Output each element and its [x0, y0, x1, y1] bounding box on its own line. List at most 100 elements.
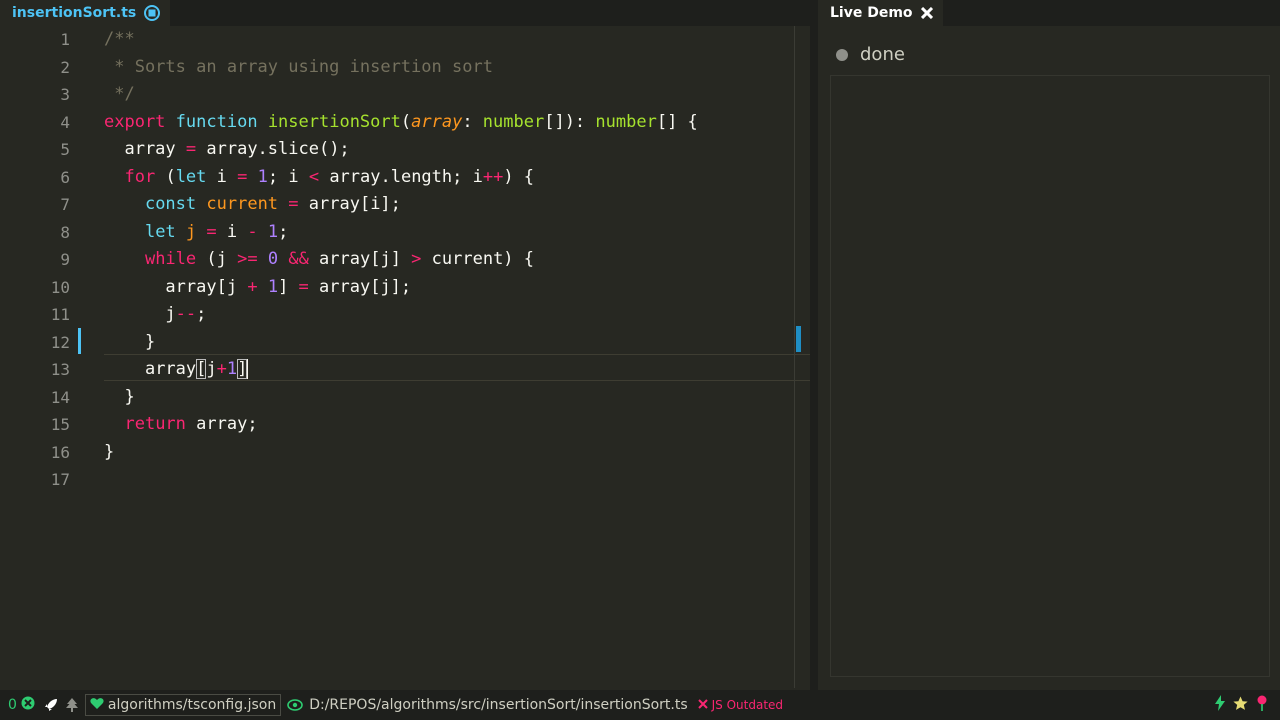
number: 1	[226, 359, 238, 379]
demo-output-area	[830, 75, 1270, 677]
code-line-16: }	[104, 439, 114, 466]
code-text: current) {	[421, 249, 535, 269]
star-icon[interactable]	[1233, 696, 1248, 715]
comment: * Sorts an array using insertion sort	[104, 56, 493, 77]
js-outdated-indicator[interactable]: JS Outdated	[697, 698, 784, 712]
operator: =	[185, 139, 197, 159]
line-number: 13	[50, 360, 70, 379]
line-number: 10	[50, 277, 70, 297]
code-line-6: for (let i = 1; i < array.length; i++) {	[104, 164, 534, 191]
operator: =	[237, 166, 248, 187]
demo-tab-bar: Live Demo	[818, 0, 1280, 26]
matched-bracket: [	[196, 359, 207, 379]
tsconfig-indicator[interactable]: algorithms/tsconfig.json	[84, 694, 282, 716]
line-number: 15	[50, 415, 70, 434]
code-line-3: */	[104, 81, 134, 108]
line-number: 1	[60, 30, 70, 49]
rocket-icon[interactable]	[43, 697, 59, 713]
operator: &&	[288, 249, 309, 269]
code-line-4: export function insertionSort(array: num…	[104, 109, 698, 136]
code-text: }	[104, 441, 115, 462]
operator: =	[288, 194, 299, 214]
operator: +	[216, 359, 227, 379]
code-line-11: j--;	[104, 301, 206, 328]
code-text: ) {	[503, 166, 535, 187]
text-cursor	[247, 359, 249, 379]
tree-icon[interactable]	[65, 697, 79, 713]
line-number: 9	[60, 250, 70, 269]
operator: >	[411, 249, 422, 269]
keyword: for	[124, 166, 156, 187]
punctuation: :	[462, 111, 483, 132]
line-number: 16	[50, 442, 70, 462]
code-text: array[j	[165, 276, 248, 297]
matched-bracket: ]	[237, 359, 248, 379]
line-number: 3	[60, 85, 70, 104]
operator: <	[308, 166, 320, 187]
error-count[interactable]: 0	[8, 696, 35, 714]
js-status-label: JS Outdated	[711, 698, 784, 712]
heart-icon	[90, 697, 104, 714]
tab-label: insertionSort.ts	[12, 5, 137, 21]
number: 1	[267, 276, 279, 297]
punctuation: (	[400, 111, 412, 132]
status-bar: 0 algorithms/tsconfig.json D:/REPOS/algo…	[0, 690, 1280, 720]
type: number	[595, 111, 657, 132]
tab-insertion-sort[interactable]: insertionSort.ts	[0, 0, 171, 26]
status-text: done	[860, 44, 905, 65]
file-path[interactable]: D:/REPOS/algorithms/src/insertionSort/in…	[309, 697, 687, 713]
pane-divider[interactable]	[810, 0, 818, 690]
code-text: ; i	[267, 166, 309, 187]
number: 1	[257, 166, 268, 187]
code-text: array[j]	[308, 249, 412, 269]
keyword: return	[124, 414, 186, 434]
punctuation: [] {	[656, 111, 698, 132]
code-text: array	[104, 139, 186, 159]
keyword: export	[104, 111, 166, 132]
code-text: array	[144, 359, 197, 379]
line-number: 5	[60, 140, 70, 159]
line-number: 17	[50, 470, 70, 489]
operator: =	[298, 276, 309, 297]
line-number: 2	[60, 57, 70, 77]
operator: --	[175, 304, 197, 324]
punctuation: []):	[544, 111, 596, 132]
code-text: (j	[196, 249, 238, 269]
keyword: function	[175, 111, 258, 132]
code-line-8: let j = i - 1;	[104, 219, 288, 246]
line-number: 12	[50, 332, 70, 352]
code-line-9: while (j >= 0 && array[j] > current) {	[104, 246, 534, 273]
code-line-2: * Sorts an array using insertion sort	[104, 54, 493, 81]
line-number: 6	[60, 167, 70, 187]
operator: -	[247, 221, 258, 242]
operator: >=	[237, 249, 258, 269]
line-number: 4	[60, 112, 70, 132]
code-editor[interactable]: 1 2 3 4 5 6 7 8 9 10 11 12 13 14 15 16 1…	[0, 26, 810, 688]
status-bar-right	[1215, 695, 1268, 715]
variable: j	[185, 221, 197, 242]
lightning-icon[interactable]	[1215, 695, 1225, 715]
code-text: array[j];	[308, 276, 412, 297]
code-text: array.slice();	[196, 139, 350, 159]
code-line-14: }	[104, 384, 134, 411]
code-text: array[i];	[298, 194, 401, 214]
code-text: array;	[185, 414, 258, 434]
close-icon[interactable]	[920, 7, 933, 19]
type: number	[482, 111, 545, 132]
eye-icon[interactable]	[287, 699, 304, 711]
variable: current	[206, 194, 279, 214]
code-text: }	[144, 331, 156, 352]
tab-status-icon[interactable]	[144, 5, 161, 21]
code-line-13: array[j+1]	[104, 356, 249, 383]
tab-live-demo[interactable]: Live Demo	[818, 0, 943, 26]
code-content[interactable]: /** * Sorts an array using insertion sor…	[104, 26, 810, 688]
rose-icon[interactable]	[1256, 695, 1268, 715]
line-number-gutter: 1 2 3 4 5 6 7 8 9 10 11 12 13 14 15 16 1…	[0, 26, 84, 688]
code-text: ]	[278, 276, 299, 297]
code-text: i	[206, 166, 238, 187]
operator: +	[247, 276, 258, 297]
parameter: array	[411, 111, 463, 132]
line-number: 7	[60, 195, 70, 214]
